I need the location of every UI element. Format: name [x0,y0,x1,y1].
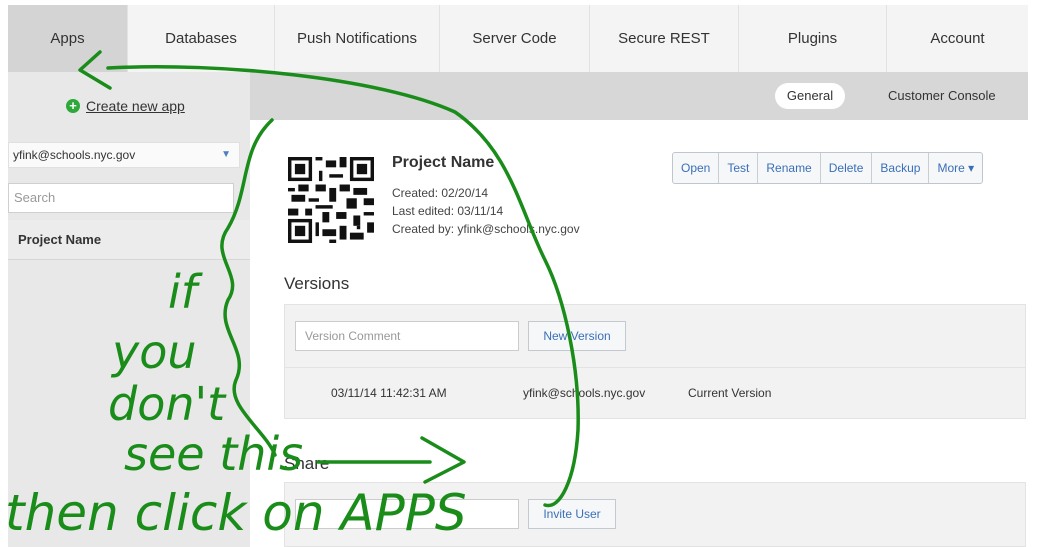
annotation-line-2: you [110,325,197,379]
arrow-to-share-head [420,436,466,484]
annotation-line-3: don't [108,377,227,431]
arrow-to-apps-head [78,50,112,90]
bracket-outline [220,118,277,457]
annotation-line-5: then click on APPS [5,484,467,542]
annotation-line-4: see this [124,427,303,481]
handwritten-annotation: if you don't see this then click on APPS [5,50,580,542]
annotation-line-1: if [168,265,203,319]
